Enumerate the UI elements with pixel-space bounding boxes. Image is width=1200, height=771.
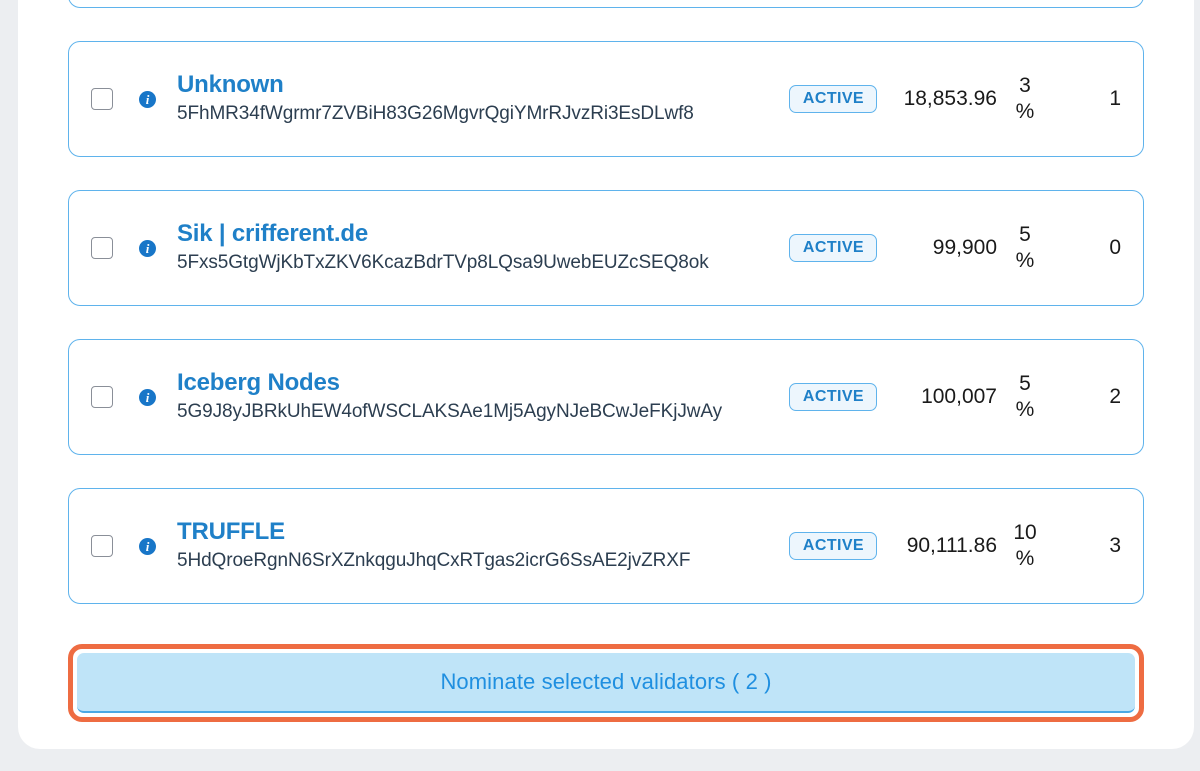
validator-status-cell: ACTIVE [788, 85, 879, 113]
validator-identity: Iceberg Nodes 5G9J8yJBRkUhEW4ofWSCLAKSAe1… [173, 369, 789, 424]
validator-select-cell [91, 237, 139, 259]
validator-card[interactable]: i Iceberg Nodes 5G9J8yJBRkUhEW4ofWSCLAKSAe… [68, 339, 1144, 455]
validator-info-cell: i [139, 239, 173, 257]
validator-card[interactable]: i TRUFFLE 5HdQroeRgnN6SrXZnkqguJhqCxRTgas2… [68, 488, 1144, 604]
validator-select-checkbox[interactable] [91, 535, 113, 557]
validator-status-cell: ACTIVE [788, 532, 879, 560]
validator-nominator-count: 2 [1109, 385, 1121, 408]
nominate-selected-validators-button[interactable]: Nominate selected validators ( 2 ) [77, 653, 1135, 713]
validator-address: 5HdQroeRgnN6SrXZnkqguJhqCxRTgas2icrG6SsA… [177, 549, 691, 571]
validator-nominator-count: 0 [1109, 236, 1121, 259]
content-panel: i Unknown 5FhMR34fWgrmr7ZVBiH83G26MgvrQgiY… [18, 0, 1194, 749]
validator-commission: 5% [1015, 371, 1035, 421]
validator-identity: Sik | crifferent.de 5Fxs5GtgWjKbTxZKV6Kca… [173, 220, 789, 275]
validator-name[interactable]: Sik | crifferent.de [177, 220, 789, 248]
validator-select-checkbox[interactable] [91, 386, 113, 408]
validator-nominator-count: 1 [1109, 87, 1121, 110]
status-badge[interactable]: ACTIVE [788, 234, 877, 262]
validator-select-checkbox[interactable] [91, 88, 113, 110]
validator-stake-amount: 18,853.96 [903, 87, 997, 110]
validator-select-checkbox[interactable] [91, 237, 113, 259]
app-root: i Unknown 5FhMR34fWgrmr7ZVBiH83G26MgvrQgiY… [0, 0, 1200, 771]
validator-commission: 5% [1015, 222, 1035, 272]
validator-address: 5G9J8yJBRkUhEW4ofWSCLAKSAe1Mj5AgyNJeBCwJ… [177, 400, 722, 422]
status-badge[interactable]: ACTIVE [788, 85, 877, 113]
validator-stake-amount: 100,007 [921, 385, 997, 408]
validator-status-cell: ACTIVE [788, 383, 879, 411]
validator-info-cell: i [139, 388, 173, 406]
validator-list-container: i Unknown 5FhMR34fWgrmr7ZVBiH83G26MgvrQgiY… [18, 0, 1194, 722]
validator-info-cell: i [139, 90, 173, 108]
validator-card-clipped-above[interactable] [68, 0, 1144, 8]
validator-name[interactable]: TRUFFLE [177, 518, 789, 546]
validator-commission: 3% [1015, 73, 1035, 123]
info-icon[interactable]: i [139, 239, 156, 257]
validator-address: 5FhMR34fWgrmr7ZVBiH83G26MgvrQgiYMrRJvzRi… [177, 102, 694, 124]
validator-select-cell [91, 535, 139, 557]
validator-name[interactable]: Iceberg Nodes [177, 369, 789, 397]
validator-identity: Unknown 5FhMR34fWgrmr7ZVBiH83G26MgvrQgiYM… [173, 71, 789, 126]
validator-select-cell [91, 88, 139, 110]
validator-stake-amount: 99,900 [932, 236, 997, 259]
status-badge[interactable]: ACTIVE [788, 383, 877, 411]
validator-address: 5Fxs5GtgWjKbTxZKV6KcazBdrTVp8LQsa9UwebEU… [177, 251, 709, 273]
nominate-focus-ring: Nominate selected validators ( 2 ) [68, 644, 1144, 722]
validator-list: i Unknown 5FhMR34fWgrmr7ZVBiH83G26MgvrQgiY… [68, 41, 1144, 604]
status-badge[interactable]: ACTIVE [788, 532, 877, 560]
info-icon[interactable]: i [139, 388, 156, 406]
validator-stake-amount: 90,111.86 [906, 534, 997, 557]
validator-status-cell: ACTIVE [788, 234, 879, 262]
validator-nominator-count: 3 [1109, 534, 1121, 557]
info-icon[interactable]: i [139, 90, 156, 108]
validator-card[interactable]: i Sik | crifferent.de 5Fxs5GtgWjKbTxZKV6Kc… [68, 190, 1144, 306]
validator-card[interactable]: i Unknown 5FhMR34fWgrmr7ZVBiH83G26MgvrQgiY… [68, 41, 1144, 157]
validator-commission: 10% [1013, 520, 1037, 570]
info-icon[interactable]: i [139, 537, 156, 555]
validator-name[interactable]: Unknown [177, 71, 789, 99]
validator-identity: TRUFFLE 5HdQroeRgnN6SrXZnkqguJhqCxRTgas2i… [173, 518, 789, 573]
validator-info-cell: i [139, 537, 173, 555]
validator-select-cell [91, 386, 139, 408]
